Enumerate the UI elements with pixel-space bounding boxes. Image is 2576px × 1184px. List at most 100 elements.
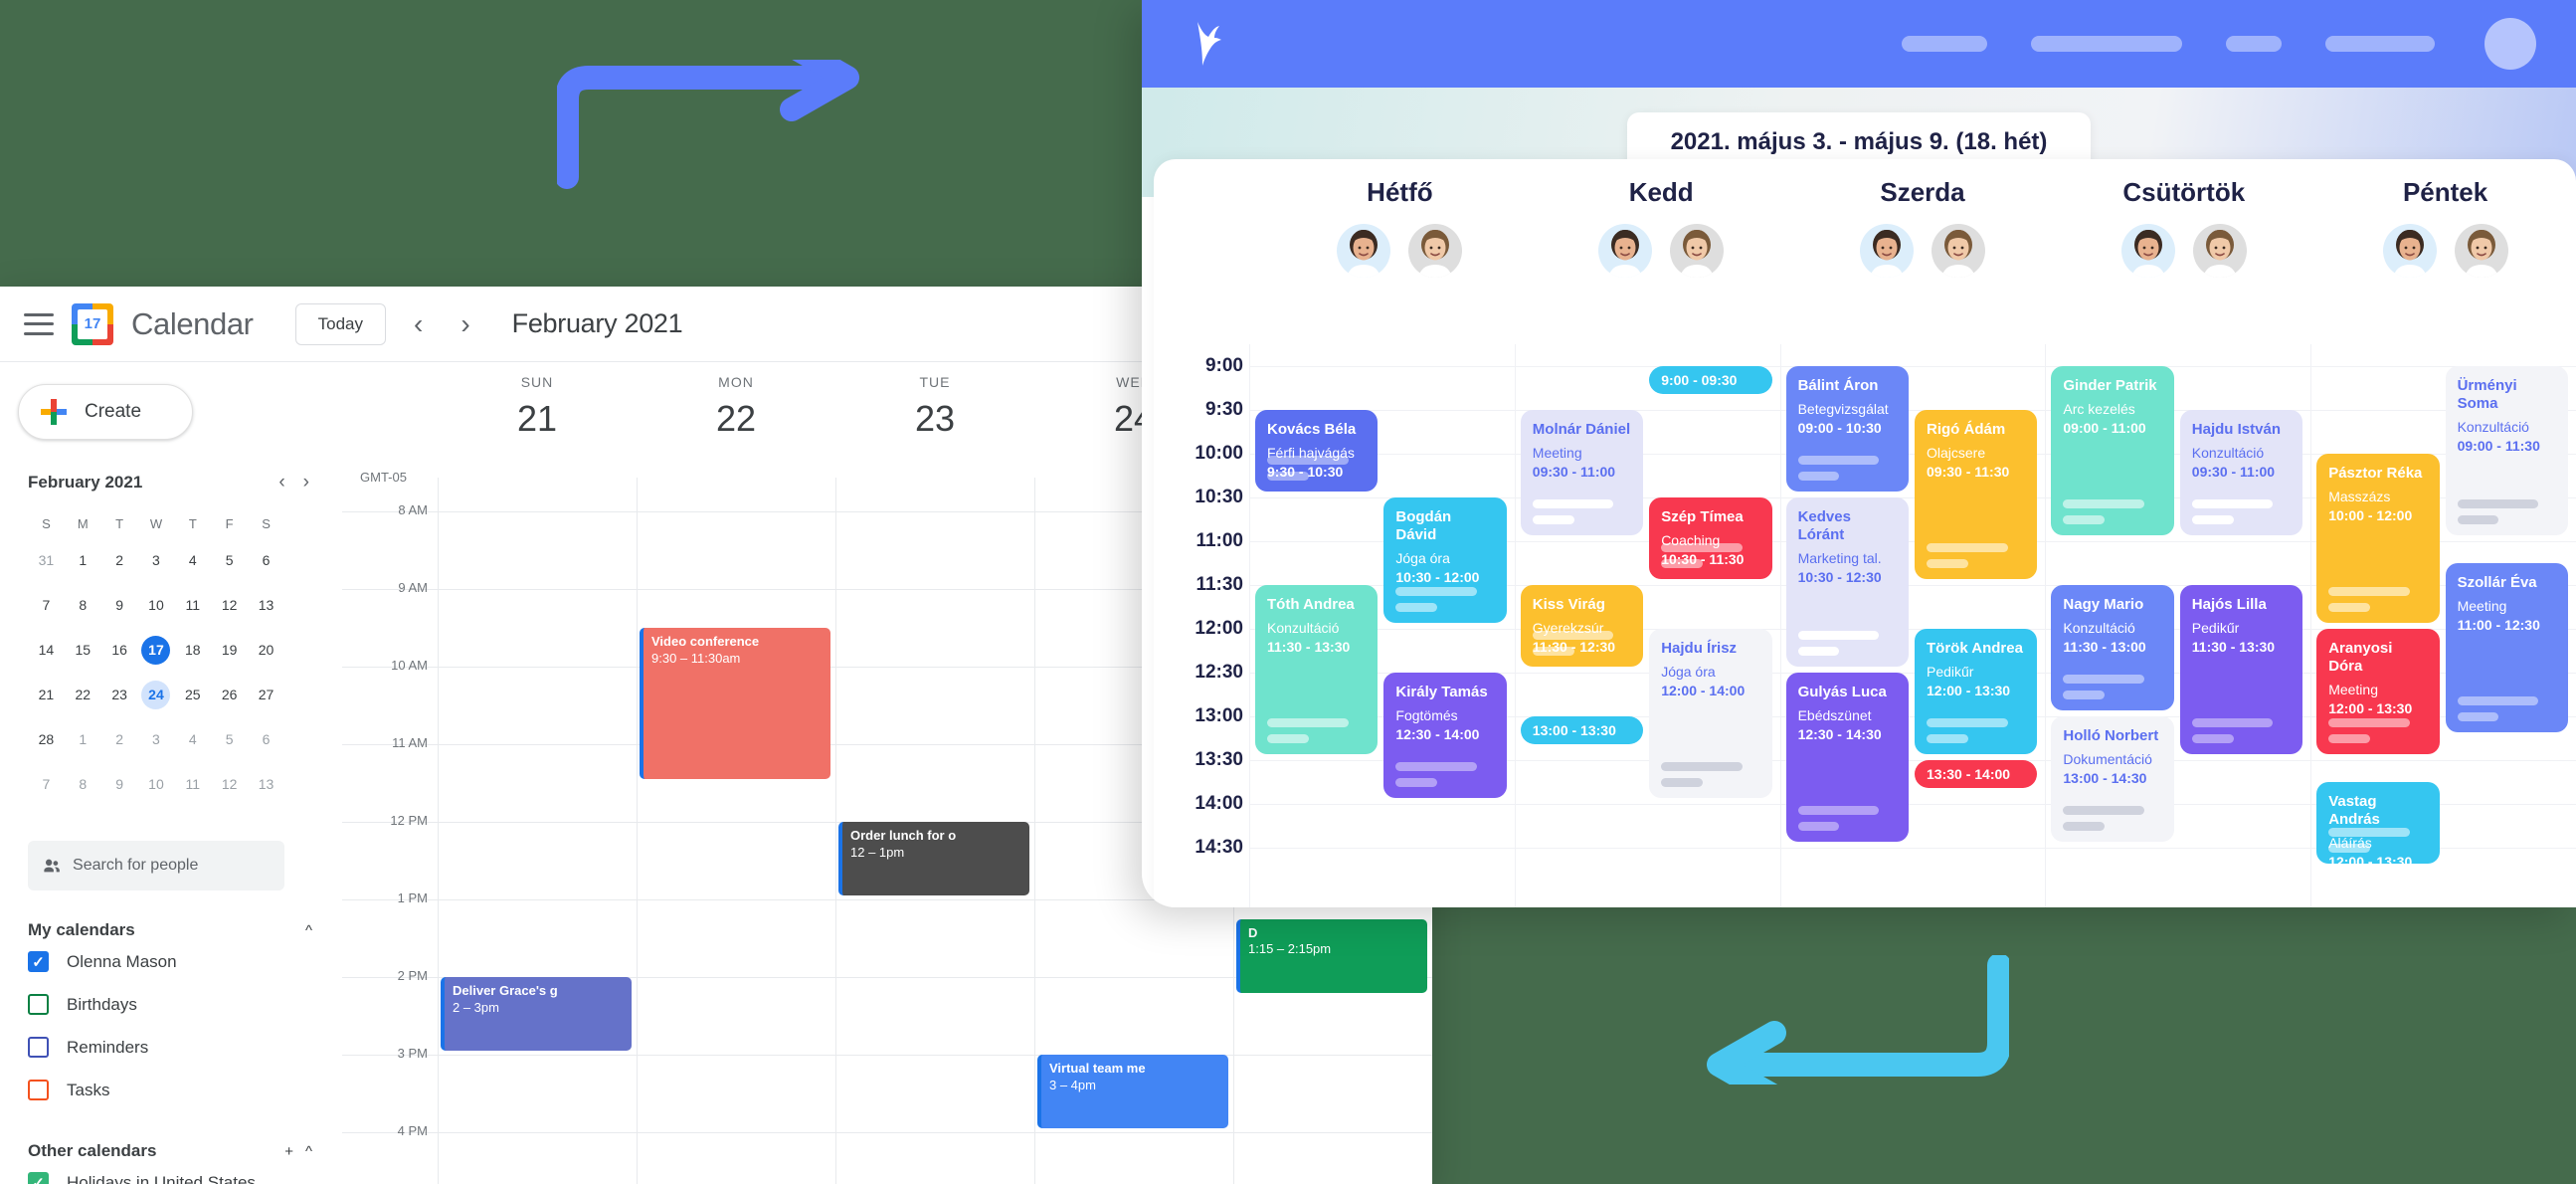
mini-day-cell[interactable]: 18 (174, 628, 211, 673)
mini-day-cell[interactable]: 20 (248, 628, 284, 673)
app-event-card[interactable]: Molnár Dániel Meeting 09:30 - 11:00 (1520, 410, 1644, 535)
next-period-icon[interactable]: › (451, 309, 479, 338)
mini-day-cell[interactable]: 2 (101, 717, 138, 762)
gcal-event[interactable]: Video conference 9:30 – 11:30am (640, 628, 830, 779)
mini-day-cell[interactable]: 21 (28, 673, 65, 717)
app-event-card[interactable]: Király Tamás Fogtömés 12:30 - 14:00 (1383, 673, 1507, 798)
app-nav[interactable] (1902, 36, 2435, 52)
app-day-column-header[interactable]: Csütörtök (2053, 159, 2314, 278)
create-button[interactable]: Create (18, 384, 193, 440)
app-event-card[interactable]: Hajdu István Konzultáció 09:30 - 11:00 (2179, 410, 2303, 535)
nav-item-3[interactable] (2325, 36, 2435, 52)
mini-prev-month-icon[interactable]: ‹ (270, 472, 293, 493)
avatar[interactable] (1931, 224, 1985, 278)
app-day-column-header[interactable]: Szerda (1792, 159, 2054, 278)
mini-day-cell[interactable]: 22 (65, 673, 101, 717)
app-event-card[interactable]: Aranyosi Dóra Meeting 12:00 - 13:30 (2316, 629, 2440, 754)
checkbox-icon[interactable] (28, 994, 49, 1015)
search-people-field[interactable] (28, 841, 284, 890)
app-event-card[interactable]: Holló Norbert Dokumentáció 13:00 - 14:30 (2051, 716, 2174, 842)
app-event-card[interactable]: Kovács Béla Férfi hajvágás 9:30 - 10:30 (1255, 410, 1379, 492)
mini-day-cell[interactable]: 5 (211, 717, 248, 762)
mini-day-cell[interactable]: 11 (174, 583, 211, 628)
mini-day-cell[interactable]: 8 (65, 762, 101, 807)
checkbox-icon[interactable] (28, 1037, 49, 1058)
prev-period-icon[interactable]: ‹ (404, 309, 433, 338)
app-event-card[interactable]: Pásztor Réka Masszázs 10:00 - 12:00 (2316, 454, 2440, 623)
app-event-card[interactable]: 9:00 - 09:30 (1649, 366, 1772, 394)
nav-item-2[interactable] (2226, 36, 2282, 52)
app-day-column-header[interactable]: Kedd (1531, 159, 1792, 278)
mini-day-cell[interactable]: 4 (174, 717, 211, 762)
mini-day-cell[interactable]: 4 (174, 538, 211, 583)
mini-day-cell[interactable]: 3 (138, 538, 175, 583)
app-event-card[interactable]: Bogdán Dávid Jóga óra 10:30 - 12:00 (1383, 497, 1507, 623)
app-event-card[interactable]: Török Andrea Pedikűr 12:00 - 13:30 (1915, 629, 2038, 754)
menu-icon[interactable] (24, 312, 54, 335)
nav-item-0[interactable] (1902, 36, 1987, 52)
gcal-event[interactable]: D 1:15 – 2:15pm (1236, 918, 1427, 993)
avatar[interactable] (1408, 224, 1463, 278)
mini-next-month-icon[interactable]: › (294, 472, 318, 493)
mini-day-cell[interactable]: 23 (101, 673, 138, 717)
nav-item-1[interactable] (2031, 36, 2182, 52)
checkbox-icon[interactable]: ✓ (28, 951, 49, 972)
app-day-column-header[interactable]: Péntek (2314, 159, 2576, 278)
checkbox-icon[interactable]: ✓ (28, 1172, 49, 1184)
mini-day-cell[interactable]: 8 (65, 583, 101, 628)
mini-day-cell[interactable]: 26 (211, 673, 248, 717)
mini-day-cell[interactable]: 10 (138, 583, 175, 628)
add-other-calendar-icon[interactable]: + (278, 1143, 299, 1160)
user-avatar-icon[interactable] (2484, 18, 2536, 70)
gcal-event[interactable]: Deliver Grace's g2 – 3pm (441, 977, 632, 1051)
avatar[interactable] (2382, 224, 2437, 278)
app-event-card[interactable]: 13:00 - 13:30 (1520, 716, 1644, 744)
mini-day-cell[interactable]: 28 (28, 717, 65, 762)
today-button[interactable]: Today (294, 302, 386, 345)
mini-day-cell[interactable]: 12 (211, 762, 248, 807)
app-event-card[interactable]: Nagy Mario Konzultáció 11:30 - 13:00 (2051, 585, 2174, 710)
app-event-card[interactable]: Vastag András Aláírás 12:00 - 13:30 (2316, 782, 2440, 864)
avatar[interactable] (2192, 224, 2247, 278)
app-time-grid[interactable]: 9:00 9:30 10:00 10:30 11:00 11:30 12:00 12:30 13… (1154, 344, 2576, 907)
app-event-card[interactable]: Szép Tímea Coaching 10:30 - 11:30 (1649, 497, 1772, 579)
mini-day-cell[interactable]: 13 (248, 762, 284, 807)
gcal-event[interactable]: Virtual team me 3 – 4pm (1037, 1055, 1228, 1128)
mini-day-cell[interactable]: 7 (28, 583, 65, 628)
mini-day-cell[interactable]: 31 (28, 538, 65, 583)
app-event-card[interactable]: Ürményi Soma Konzultáció 09:00 - 11:30 (2445, 366, 2568, 535)
mini-day-cell[interactable]: 1 (65, 717, 101, 762)
my-calendar-item[interactable]: Birthdays (28, 983, 318, 1026)
mini-day-cell[interactable]: 3 (138, 717, 175, 762)
gcal-day-header[interactable]: TUE 23 (835, 362, 1034, 478)
mini-day-cell[interactable]: 6 (248, 538, 284, 583)
my-calendar-item[interactable]: Reminders (28, 1026, 318, 1069)
other-calendar-item[interactable]: ✓ Holidays in United States (28, 1161, 318, 1184)
mini-day-cell[interactable]: 9 (101, 583, 138, 628)
avatar[interactable] (1859, 224, 1914, 278)
avatar[interactable] (2120, 224, 2175, 278)
mini-day-cell[interactable]: 6 (248, 717, 284, 762)
avatar[interactable] (2454, 224, 2508, 278)
app-event-card[interactable]: Kedves Lóránt Marketing tal. 10:30 - 12:30 (1785, 497, 1909, 667)
app-event-card[interactable]: Hajdu Írisz Jóga óra 12:00 - 14:00 (1649, 629, 1772, 798)
mini-day-cell[interactable]: 7 (28, 762, 65, 807)
avatar[interactable] (1598, 224, 1653, 278)
search-people-input[interactable] (73, 857, 271, 875)
mini-day-cell[interactable]: 1 (65, 538, 101, 583)
my-calendar-item[interactable]: ✓ Olenna Mason (28, 940, 318, 983)
gcal-day-header[interactable]: SUN 21 (438, 362, 637, 478)
mini-day-cell[interactable]: 15 (65, 628, 101, 673)
avatar[interactable] (1670, 224, 1725, 278)
mini-day-cell[interactable]: 14 (28, 628, 65, 673)
mini-day-cell[interactable]: 2 (101, 538, 138, 583)
mini-day-cell[interactable]: 10 (138, 762, 175, 807)
app-event-card[interactable]: Tóth Andrea Konzultáció 11:30 - 13:30 (1255, 585, 1379, 754)
app-event-card[interactable]: Ginder Patrik Arc kezelés 09:00 - 11:00 (2051, 366, 2174, 535)
app-event-card[interactable]: 13:30 - 14:00 (1915, 760, 2038, 788)
mini-day-cell[interactable]: 25 (174, 673, 211, 717)
mini-day-cell[interactable]: 19 (211, 628, 248, 673)
avatar[interactable] (1337, 224, 1391, 278)
checkbox-icon[interactable] (28, 1080, 49, 1100)
mini-day-cell[interactable]: 11 (174, 762, 211, 807)
